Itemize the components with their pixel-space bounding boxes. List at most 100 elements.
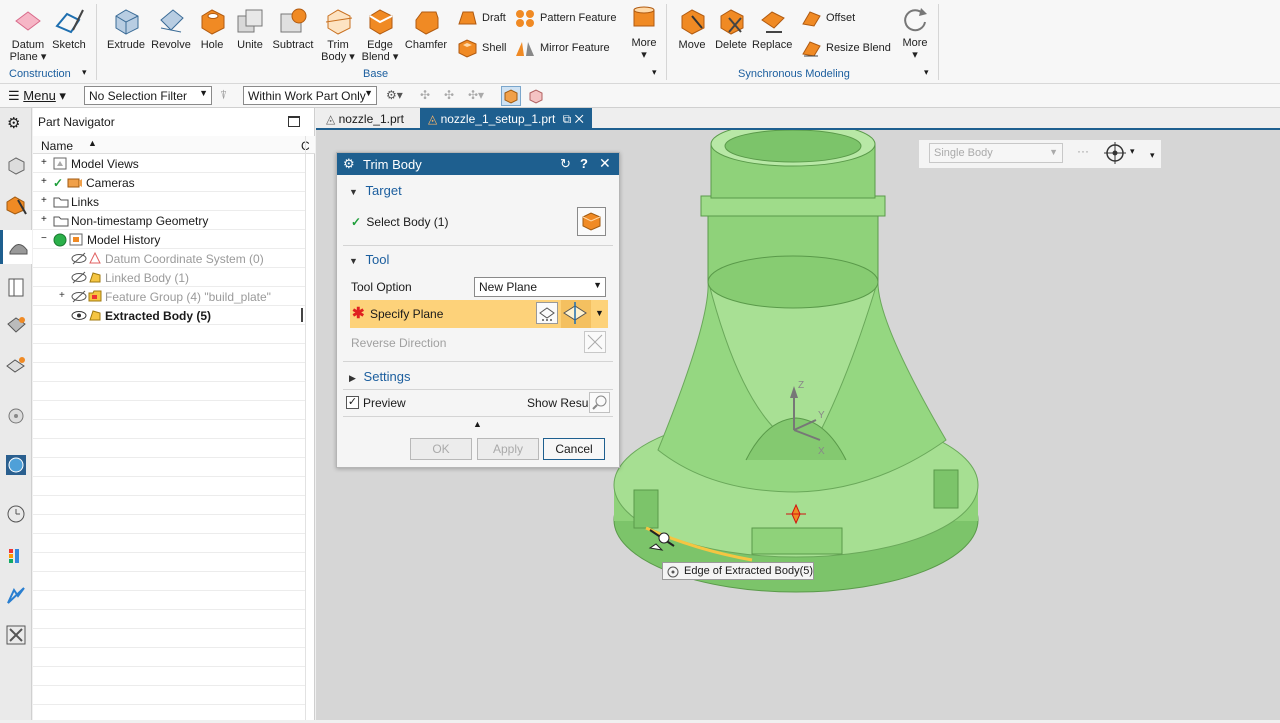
chevron-down-icon[interactable]: ▾ <box>1150 150 1155 161</box>
base-expand-icon[interactable]: ▾ <box>652 67 657 78</box>
selection-filter-dropdown[interactable]: No Selection Filter ▼ <box>84 86 212 105</box>
body-filter-dropdown[interactable]: Single Body ▼ <box>929 143 1063 163</box>
tree-item-datum-csys[interactable]: Datum Coordinate System (0) <box>33 249 305 268</box>
render-mode-icon[interactable] <box>527 87 545 108</box>
tab-nozzle-1[interactable]: ◬ nozzle_1.prt <box>318 108 412 130</box>
unite-button[interactable]: Unite <box>231 6 269 51</box>
shell-button[interactable]: Shell <box>456 38 506 58</box>
filter-reset-icon[interactable]: ⍒ <box>220 88 227 103</box>
resize-blend-button[interactable]: Resize Blend <box>800 38 891 58</box>
plane-dialog-button[interactable] <box>536 302 558 324</box>
tree-item-extracted-body[interactable]: Extracted Body (5) <box>33 306 305 325</box>
reverse-direction-button[interactable] <box>584 331 606 353</box>
divider <box>343 245 613 246</box>
select-body-button[interactable] <box>577 207 606 236</box>
tree-item-linked-body[interactable]: Linked Body (1) <box>33 268 305 287</box>
edge-blend-button[interactable]: Edge Blend ▾ <box>360 6 400 63</box>
navigator-column-header[interactable]: Name ▲ C <box>33 136 315 154</box>
solid-body-icon <box>582 212 601 231</box>
selection-toolbar: ☰ Menu ▾ No Selection Filter ▼ ⍒ Within W… <box>0 84 1280 108</box>
extrude-button[interactable]: Extrude <box>104 6 148 51</box>
process-studio-icon[interactable] <box>6 586 26 609</box>
preview-checkbox[interactable]: ✓ <box>346 396 359 409</box>
extracted-body-icon <box>89 310 101 321</box>
column-splitter[interactable] <box>301 308 303 322</box>
view-filter-toggle[interactable] <box>501 86 521 106</box>
tool-option-dropdown[interactable]: New Plane ▼ <box>474 277 606 297</box>
sketch-button[interactable]: Sketch <box>50 6 88 51</box>
analysis-palette-icon[interactable] <box>6 546 26 569</box>
snap-options-icon[interactable]: ✣▾ <box>468 88 484 102</box>
close-tab-icon[interactable]: ✕ <box>575 112 584 126</box>
reuse-library-icon[interactable] <box>6 276 26 301</box>
more-options-icon[interactable]: ··· <box>1077 144 1089 158</box>
scope-dropdown[interactable]: Within Work Part Only ▼ <box>243 86 377 105</box>
inferred-plane-button[interactable] <box>561 300 591 328</box>
tab-nozzle-1-setup-1[interactable]: ◬ nozzle_1_setup_1.prt ⧉ ✕ <box>420 108 592 130</box>
show-result-button[interactable] <box>589 392 610 413</box>
tree-item-feature-group[interactable]: + Feature Group (4) "build_plate" <box>33 287 305 306</box>
hd3d-tools-icon[interactable] <box>5 314 27 339</box>
constraint-navigator-icon[interactable] <box>4 194 28 219</box>
select-body-row[interactable]: ✓ Select Body (1) <box>351 215 448 229</box>
globe-icon[interactable] <box>5 454 27 479</box>
snap-point-icon[interactable]: ✣ <box>420 88 430 102</box>
target-section-header[interactable]: ▼ Target <box>349 183 402 198</box>
clock-icon[interactable] <box>6 504 26 527</box>
dialog-gear-icon[interactable]: ⚙ <box>343 156 355 172</box>
detach-tab-icon[interactable]: ⧉ <box>563 112 572 126</box>
tree-item-cameras[interactable]: + ✓ Cameras <box>33 173 305 192</box>
part-navigator-tab[interactable] <box>0 230 32 264</box>
revolve-button[interactable]: Revolve <box>149 6 193 51</box>
menu-button[interactable]: ☰ Menu ▾ <box>8 88 66 104</box>
draft-button[interactable]: Draft <box>456 8 506 28</box>
hole-button[interactable]: Hole <box>194 6 230 51</box>
ok-button[interactable]: OK <box>410 438 472 460</box>
web-browser-icon[interactable] <box>4 354 28 379</box>
settings-section-header[interactable]: ▶ Settings <box>349 369 411 384</box>
tree-item-links[interactable]: + Links <box>33 192 305 211</box>
tree-item-model-views[interactable]: + Model Views <box>33 154 305 173</box>
chevron-down-icon[interactable]: ▼ <box>595 308 604 318</box>
move-button[interactable]: Move <box>674 6 710 51</box>
dialog-header[interactable]: ⚙ Trim Body ↻ ? ✕ <box>337 153 619 175</box>
tree-item-non-timestamp-geometry[interactable]: + Non-timestamp Geometry <box>33 211 305 230</box>
settings-gear-icon[interactable]: ⚙ <box>7 114 20 132</box>
apply-button[interactable]: Apply <box>477 438 539 460</box>
inferred-plane-icon <box>563 302 587 324</box>
sync-more-button[interactable]: More ▾ <box>898 4 932 61</box>
replace-button[interactable]: Replace <box>752 6 792 51</box>
hidden-eye-icon <box>71 290 87 303</box>
pattern-feature-button[interactable]: Pattern Feature <box>514 8 616 28</box>
specify-plane-row[interactable]: ✱ Specify Plane ▼ <box>350 300 608 328</box>
snap-target-icon[interactable] <box>1103 142 1127 167</box>
chevron-down-icon[interactable]: ▾ <box>1130 146 1135 157</box>
offset-button[interactable]: Offset <box>800 8 855 28</box>
selection-tools-icon[interactable]: ⚙▾ <box>386 88 403 102</box>
history-palette-icon[interactable] <box>6 406 26 429</box>
maximize-icon[interactable] <box>288 116 300 127</box>
delete-face-icon <box>720 9 744 35</box>
reset-icon[interactable]: ↻ <box>560 156 571 172</box>
reverse-direction-label: Reverse Direction <box>351 336 447 350</box>
base-more-button[interactable]: More ▾ <box>626 4 662 61</box>
datum-plane-button[interactable]: Datum Plane ▾ <box>8 6 48 63</box>
assembly-navigator-icon[interactable] <box>6 156 26 179</box>
close-icon[interactable]: ✕ <box>599 155 611 172</box>
help-icon[interactable]: ? <box>580 156 588 171</box>
tree-item-model-history[interactable]: − Model History <box>33 230 305 249</box>
subtract-button[interactable]: Subtract <box>270 6 316 51</box>
collapse-arrow-icon[interactable]: ▲ <box>473 419 482 429</box>
hole-icon <box>201 9 225 35</box>
sync-expand-icon[interactable]: ▾ <box>924 67 929 78</box>
tools-icon[interactable] <box>5 624 27 649</box>
chamfer-button[interactable]: Chamfer <box>404 6 448 51</box>
snap-curve-icon[interactable]: ✣ <box>444 88 454 102</box>
construction-expand-icon[interactable]: ▾ <box>82 67 87 78</box>
base-group-label: Base <box>363 68 389 80</box>
delete-button[interactable]: Delete <box>712 6 750 51</box>
cancel-button[interactable]: Cancel <box>543 438 605 460</box>
mirror-feature-button[interactable]: Mirror Feature <box>514 38 610 58</box>
trim-body-button[interactable]: Trim Body ▾ <box>318 6 358 63</box>
tool-section-header[interactable]: ▼ Tool <box>349 252 389 267</box>
